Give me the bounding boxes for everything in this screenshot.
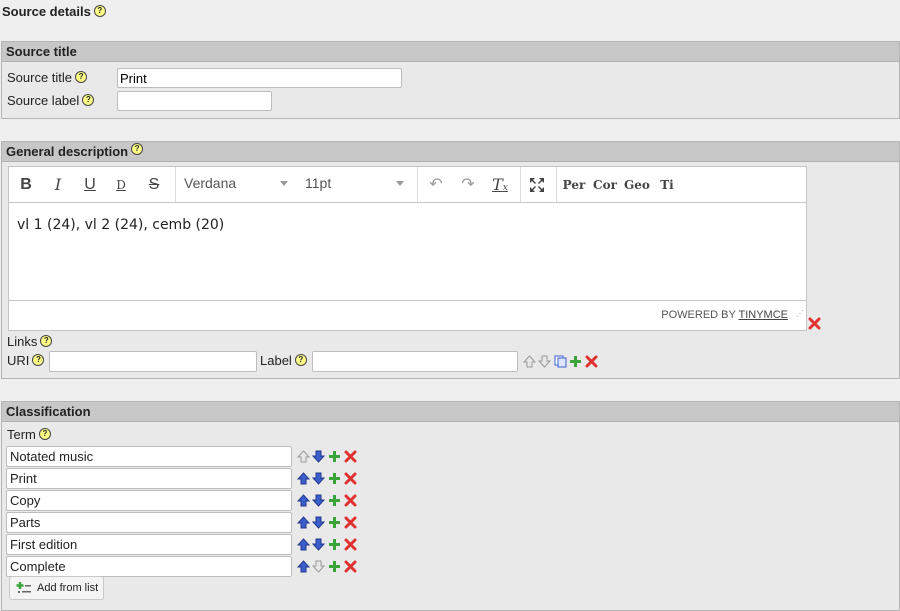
move-up-icon[interactable] <box>297 560 310 573</box>
tinymce-link[interactable]: TINYMCE <box>739 309 789 321</box>
double-underline-icon[interactable]: D <box>110 175 132 195</box>
term-input[interactable]: Notated music <box>6 446 292 467</box>
term-input[interactable]: Complete <box>6 556 292 577</box>
rich-text-editor[interactable]: B I U D S Verdana 11pt ↶ ↷ Tx Per Cor Ge… <box>8 166 807 331</box>
help-icon[interactable]: ? <box>131 143 144 155</box>
redo-icon[interactable]: ↷ <box>457 175 479 195</box>
term-input[interactable]: First edition <box>6 534 292 555</box>
add-icon[interactable] <box>328 516 341 529</box>
resize-handle-icon[interactable]: ⋰ <box>796 299 804 328</box>
cor-button[interactable]: Cor <box>592 175 618 195</box>
add-icon[interactable] <box>569 355 582 368</box>
add-icon[interactable] <box>328 538 341 551</box>
font-family-select[interactable]: Verdana <box>184 175 289 191</box>
move-up-icon[interactable] <box>297 516 310 529</box>
clear-formatting-icon[interactable]: Tx <box>489 175 511 195</box>
delete-icon[interactable] <box>344 538 357 551</box>
page-title: Source details? <box>2 4 106 19</box>
move-up-disabled-icon <box>523 355 536 368</box>
font-size-select[interactable]: 11pt <box>305 175 405 191</box>
add-icon[interactable] <box>328 494 341 507</box>
underline-icon[interactable]: U <box>79 175 101 195</box>
help-icon[interactable]: ? <box>32 354 45 366</box>
link-label-label: Label? <box>260 353 307 368</box>
move-down-icon[interactable] <box>312 516 325 529</box>
editor-statusbar: POWERED BY TINYMCE ⋰ <box>9 300 806 330</box>
editor-content[interactable]: vl 1 (24), vl 2 (24), cemb (20) <box>9 203 806 301</box>
add-icon[interactable] <box>328 472 341 485</box>
move-down-disabled-icon <box>312 560 325 573</box>
undo-icon[interactable]: ↶ <box>425 175 447 195</box>
move-down-icon[interactable] <box>312 538 325 551</box>
italic-icon[interactable]: I <box>47 175 69 195</box>
strikethrough-icon[interactable]: S <box>143 175 165 195</box>
move-down-icon[interactable] <box>312 494 325 507</box>
term-input[interactable]: Print <box>6 468 292 489</box>
chevron-down-icon <box>280 181 288 186</box>
add-icon[interactable] <box>328 450 341 463</box>
delete-icon[interactable] <box>344 450 357 463</box>
panel-heading: General description? <box>2 142 899 162</box>
move-up-icon[interactable] <box>297 538 310 551</box>
help-icon[interactable]: ? <box>40 335 53 347</box>
copy-icon[interactable] <box>554 355 567 368</box>
term-input[interactable]: Parts <box>6 512 292 533</box>
help-icon[interactable]: ? <box>82 94 95 106</box>
help-icon[interactable]: ? <box>294 354 307 366</box>
fullscreen-icon[interactable] <box>526 175 548 195</box>
uri-label: URI? <box>7 353 45 368</box>
move-down-disabled-icon <box>538 355 551 368</box>
delete-icon[interactable] <box>585 355 598 368</box>
term-input[interactable]: Copy <box>6 490 292 511</box>
delete-icon[interactable] <box>344 494 357 507</box>
editor-toolbar: B I U D S Verdana 11pt ↶ ↷ Tx Per Cor Ge… <box>9 167 806 203</box>
add-from-list-button[interactable]: Add from list <box>9 576 104 600</box>
source-label-input[interactable] <box>117 91 272 111</box>
add-icon[interactable] <box>328 560 341 573</box>
panel-heading: Source title <box>2 42 899 62</box>
per-button[interactable]: Per <box>561 175 587 195</box>
uri-input[interactable] <box>49 351 257 372</box>
delete-icon[interactable] <box>344 472 357 485</box>
term-label: Term? <box>7 427 51 442</box>
chevron-down-icon <box>396 181 404 186</box>
move-down-icon[interactable] <box>312 450 325 463</box>
move-up-disabled-icon <box>297 450 310 463</box>
source-title-input[interactable] <box>117 68 402 88</box>
ti-button[interactable]: Ti <box>657 175 677 195</box>
help-icon[interactable]: ? <box>75 71 88 83</box>
move-down-icon[interactable] <box>312 472 325 485</box>
bold-icon[interactable]: B <box>15 175 37 195</box>
general-description-panel: General description? B I U D S Verdana 1… <box>1 141 900 379</box>
links-label: Links? <box>7 334 53 349</box>
delete-icon[interactable] <box>344 560 357 573</box>
page-title-text: Source details <box>2 4 91 19</box>
link-label-input[interactable] <box>312 351 518 372</box>
powered-by-text: POWERED BY <box>661 309 736 321</box>
source-label-label: Source label? <box>7 93 95 108</box>
source-title-label: Source title? <box>7 70 88 85</box>
move-up-icon[interactable] <box>297 494 310 507</box>
delete-icon[interactable] <box>808 317 821 330</box>
source-title-panel: Source title Source title? Source label? <box>1 41 900 119</box>
move-up-icon[interactable] <box>297 472 310 485</box>
delete-icon[interactable] <box>344 516 357 529</box>
help-icon[interactable]: ? <box>93 5 106 17</box>
add-list-icon <box>16 582 31 593</box>
help-icon[interactable]: ? <box>38 428 51 440</box>
geo-button[interactable]: Geo <box>624 175 650 195</box>
panel-heading: Classification <box>2 402 899 422</box>
